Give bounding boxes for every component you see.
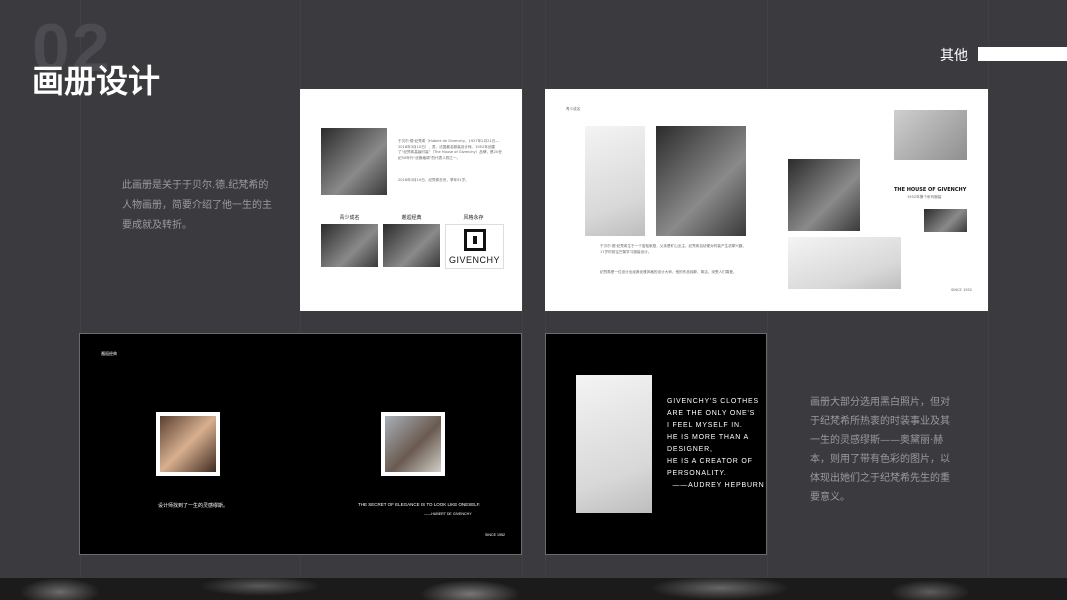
bio-text: 于贝尔·德·纪梵希（Hubert de Givenchy，1927年2月21日—… [398, 139, 502, 160]
brochure-page-2[interactable]: 青少成名 于贝尔·德·纪梵希生于一个富裕家庭，父亲是矿山业主。纪梵希自幼便对时装… [545, 89, 988, 311]
photo-duo [385, 416, 441, 472]
photo-audrey-framed [156, 412, 220, 476]
bio-text-2: 2018年3月10日，纪梵希去世，享年91岁。 [398, 178, 469, 182]
givenchy-emblem-icon [463, 228, 486, 251]
caption-2: 邂逅经典 [401, 215, 422, 221]
house-sub: 1952年第个系列服装 [907, 195, 942, 199]
hepburn-quote: GIVENCHY'S CLOTHES ARE THE ONLY ONE'S I … [667, 398, 765, 489]
caption-3: 风格永存 [463, 215, 484, 221]
sketches-strip [788, 237, 901, 289]
description-right: 画册大部分选用黑白照片，但对于纪梵希所热衷的时装事业及其一生的灵感缪斯——奥黛丽… [810, 397, 950, 503]
page2-body-text: 于贝尔·德·纪梵希生于一个富裕家庭，父亲是矿山业主。纪梵希自幼便对时装产生浓厚兴… [600, 244, 747, 254]
decorative-leaf-strip [0, 578, 1067, 600]
caption-right: THE SECRET OF ELEGANCE IS TO LOOK LIKE O… [358, 502, 481, 507]
givenchy-logo: GIVENCHY [445, 224, 504, 269]
page3-footer: SINCE 1952 [485, 533, 505, 537]
portrait-at-desk [656, 126, 746, 236]
brochure-page-1[interactable]: 于贝尔·德·纪梵希（Hubert de Givenchy，1927年2月21日—… [300, 89, 522, 311]
page2-footer: SINCE 1952 [951, 288, 973, 292]
section-bar [978, 47, 1067, 61]
portrait-photo [321, 128, 387, 195]
photo-duo-framed [381, 412, 445, 476]
caption-right-sub: ——HUBERT DE GIVENCHY [424, 512, 472, 516]
photo-model [788, 159, 860, 231]
logo-text: GIVENCHY [448, 254, 500, 265]
caption-left: 设计师找到了一生的灵感缪斯。 [158, 503, 229, 509]
page-title: 画册设计 [32, 62, 161, 100]
section-label: 其他 [940, 48, 968, 64]
house-title: THE HOUSE OF GIVENCHY [894, 187, 967, 193]
page2-top-label: 青少成名 [566, 107, 581, 111]
photo-young [321, 224, 378, 267]
description-left: 此画册是关于于贝尔.德.纪梵希的人物画册，简要介绍了他一生的主要成就及转折。 [122, 180, 272, 231]
photo-classic [383, 224, 440, 267]
photo-dancer [894, 110, 967, 160]
page2-body-text-2: 纪梵希是一位设计出经典优雅风格的设计大师，他的作品纯粹、简洁，深受人们喜爱。 [600, 270, 737, 274]
fashion-sketch [585, 126, 645, 236]
brochure-page-4[interactable]: GIVENCHY'S CLOTHES ARE THE ONLY ONE'S I … [545, 333, 767, 555]
caption-1: 青少成名 [339, 215, 360, 221]
portrait-sketch [576, 375, 652, 513]
photo-audrey [160, 416, 216, 472]
photo-studio [924, 209, 967, 232]
page3-top-label: 邂逅经典 [101, 351, 117, 356]
brochure-page-3[interactable]: 邂逅经典 设计师找到了一生的灵感缪斯。 THE SECRET OF ELEGAN… [79, 333, 522, 555]
